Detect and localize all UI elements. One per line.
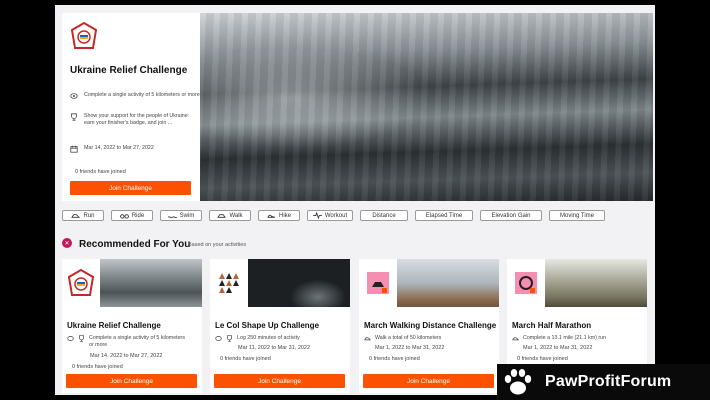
activity-icon [67,336,74,341]
featured-challenge-title[interactable]: Ukraine Relief Challenge [70,65,187,76]
card-dates: Mar 1, 2022 to Mar 31, 2022 [375,345,445,351]
card-goal: Complete a 13.1 mile (21.1 km) run [512,335,619,342]
shoe-icon [512,337,519,341]
activity-icon [215,336,222,341]
calendar-icon [70,145,78,153]
featured-challenge-info: Ukraine Relief Challenge Complete a sing… [62,13,200,201]
filter-run[interactable]: Run [62,210,104,221]
card-dates: Mar 14, 2022 to Mar 27, 2022 [90,353,163,359]
shoe-icon [71,213,81,218]
hike-icon [267,214,276,218]
trophy-icon [227,335,232,342]
swim-icon [167,216,177,219]
featured-challenge-image [200,13,653,201]
filter-walk[interactable]: Walk [209,210,251,221]
filter-bar: Run Ride Swim Walk Hike Workout Distance… [62,210,605,221]
card-title[interactable]: Ukraine Relief Challenge [67,321,161,330]
card-image [545,259,647,307]
card-image [248,259,350,307]
challenge-goal: Complete a single activity of 5 kilomete… [70,92,200,100]
filter-moving-time[interactable]: Moving Time [549,210,605,221]
card-image [100,259,202,307]
challenge-card[interactable]: Ukraine Relief Challenge Complete a sing… [62,259,202,393]
join-challenge-button[interactable]: Join Challenge [66,374,197,388]
challenge-card[interactable]: Le Col Shape Up Challenge Log 250 minute… [210,259,350,393]
ukraine-badge-icon [68,269,94,296]
recommended-subtitle: Based on your activities [188,242,247,248]
card-logo [210,259,248,307]
featured-challenge-card[interactable]: Ukraine Relief Challenge Complete a sing… [62,13,653,201]
filter-workout[interactable]: Workout [307,210,353,221]
join-challenge-button[interactable]: Join Challenge [214,374,345,388]
join-challenge-button[interactable]: Join Challenge [363,374,494,388]
filter-swim[interactable]: Swim [160,210,202,221]
filter-distance[interactable]: Distance [360,210,408,221]
watermark: PawProfitForum [497,364,710,400]
trophy-icon [71,113,77,121]
card-friends: 0 friends have joined [517,356,568,362]
card-logo [62,259,100,307]
card-goal: Walk a total of 50 kilometers [364,335,471,342]
paw-icon [504,369,532,395]
walking-badge-icon [367,272,389,294]
trophy-icon [79,335,84,342]
ukraine-badge-icon [71,22,97,49]
card-friends: 0 friends have joined [220,356,271,362]
card-dates: Mar 11, 2022 to Mar 31, 2022 [238,345,311,351]
card-image [397,259,499,307]
half-marathon-badge-icon [515,272,537,294]
card-goal: Complete a single activity of 5 kilomete… [67,335,185,348]
card-friends: 0 friends have joined [369,356,420,362]
card-title[interactable]: March Half Marathon [512,321,591,330]
challenge-description: Show your support for the people of Ukra… [70,113,200,127]
recommended-title: Recommended For You [79,239,191,250]
card-dates: Mar 1, 2022 to Mar 31, 2022 [523,345,593,351]
filter-elapsed-time[interactable]: Elapsed Time [415,210,473,221]
activity-icon [70,93,78,99]
challenges-page: Ukraine Relief Challenge Complete a sing… [55,5,655,395]
join-challenge-button[interactable]: Join Challenge [70,181,191,195]
card-goal: Log 250 minutes of activity [215,335,333,342]
friends-joined: 0 friends have joined [75,169,126,175]
walk-icon [217,214,227,218]
card-title[interactable]: Le Col Shape Up Challenge [215,321,319,330]
lecol-logo-icon [219,273,239,293]
challenge-dates: Mar 14, 2022 to Mar 27, 2022 [70,145,200,153]
challenge-card[interactable]: March Walking Distance Challenge Walk a … [359,259,499,393]
card-friends: 0 friends have joined [72,364,123,370]
filter-elevation-gain[interactable]: Elevation Gain [480,210,542,221]
card-title[interactable]: March Walking Distance Challenge [364,321,496,330]
watermark-text: PawProfitForum [545,373,672,390]
card-logo [359,259,397,307]
filter-ride[interactable]: Ride [111,210,153,221]
bike-icon [119,214,129,219]
shoe-icon [364,337,371,341]
pulse-icon [313,212,322,219]
recommended-icon: ✕ [62,238,72,248]
filter-hike[interactable]: Hike [258,210,300,221]
card-logo [507,259,545,307]
